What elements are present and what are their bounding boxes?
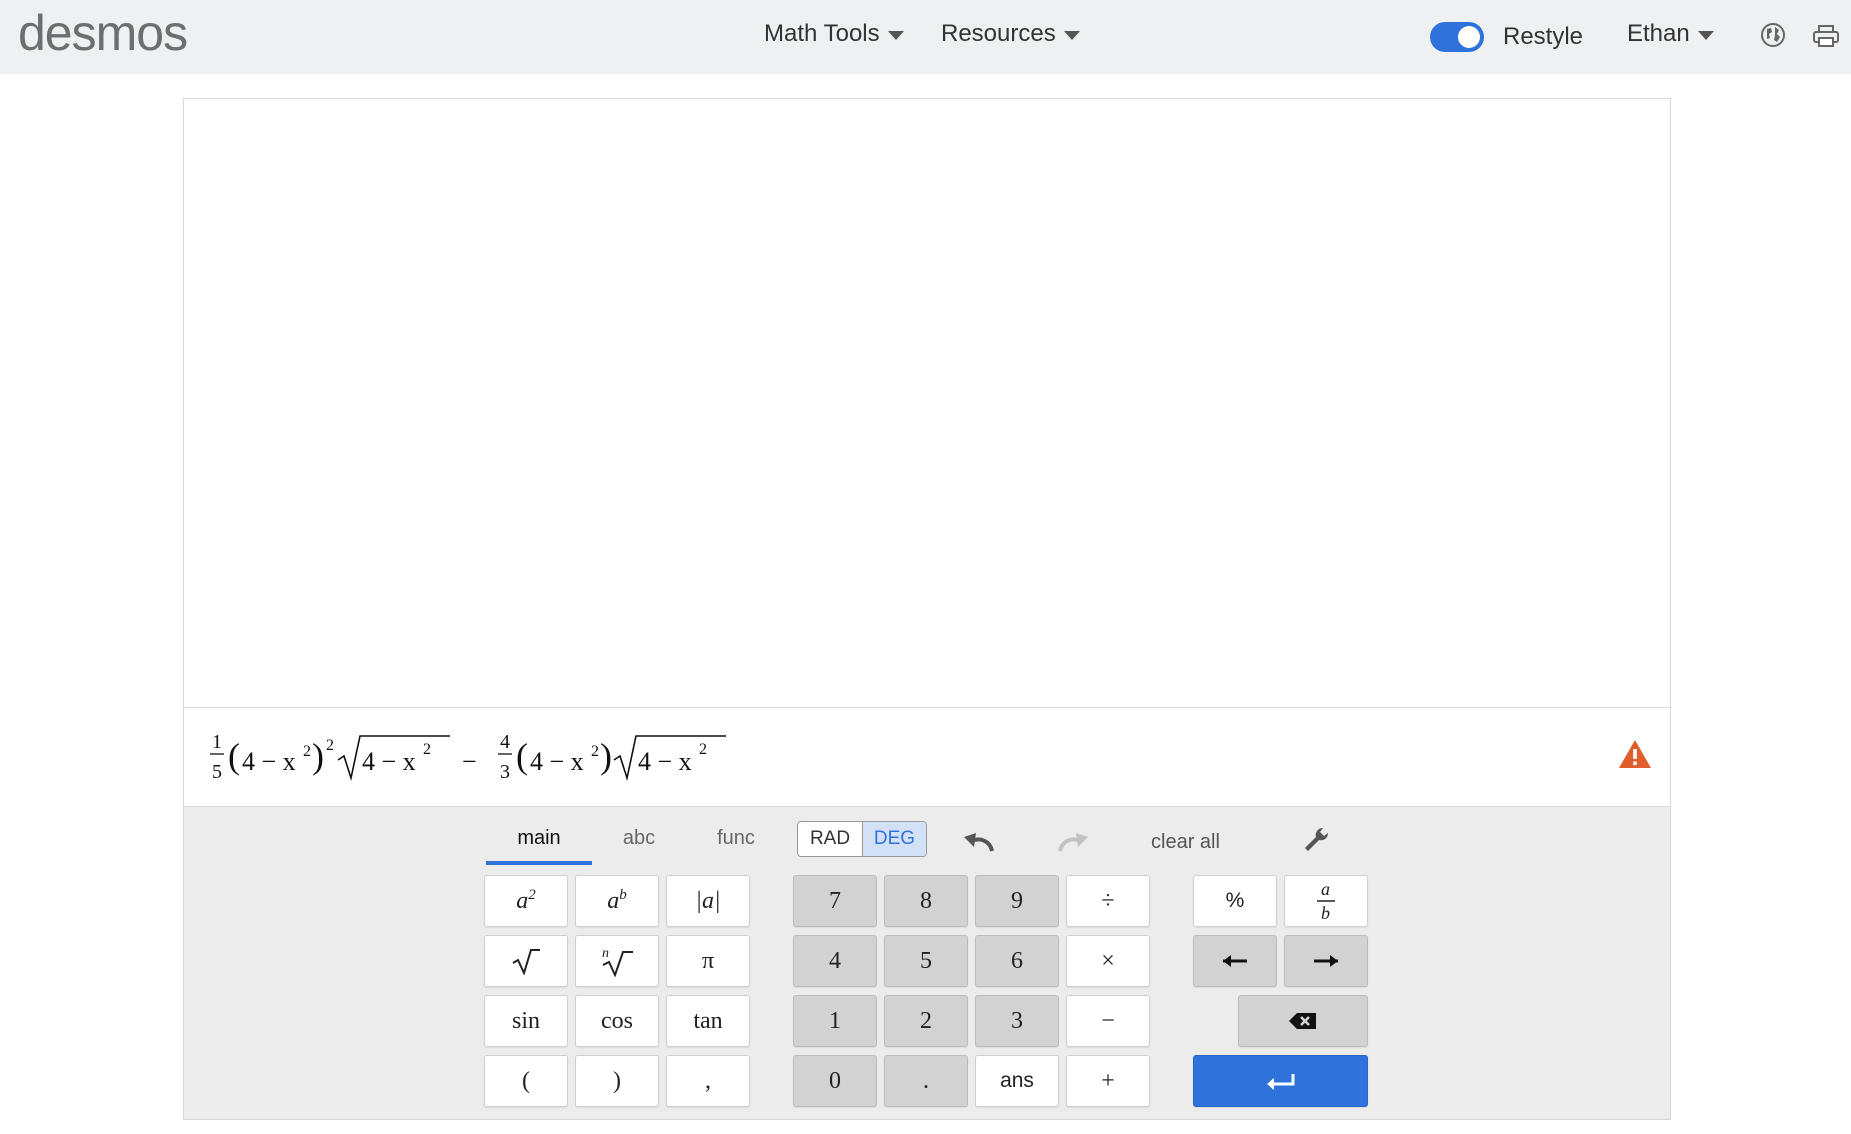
frac1-denominator: 5 bbox=[212, 761, 222, 783]
abs-key[interactable]: |a| bbox=[666, 875, 750, 927]
right-arrow-key[interactable] bbox=[1284, 935, 1368, 987]
radicand: 4 − x bbox=[362, 747, 416, 776]
svg-text:a: a bbox=[1321, 879, 1330, 899]
svg-text:b: b bbox=[1321, 903, 1330, 923]
minus-sign: − bbox=[462, 747, 477, 776]
radicand: 4 − x bbox=[638, 747, 692, 776]
divide-key[interactable]: ÷ bbox=[1066, 875, 1150, 927]
redo-icon[interactable] bbox=[1056, 831, 1090, 855]
power-key[interactable]: ab bbox=[575, 875, 659, 927]
deg-button[interactable]: DEG bbox=[862, 822, 926, 856]
desmos-logo[interactable]: desmos bbox=[18, 4, 188, 62]
key-label: a bbox=[607, 887, 620, 914]
chevron-down-icon bbox=[1063, 31, 1080, 40]
open-paren: ( bbox=[516, 736, 528, 776]
sin-key[interactable]: sin bbox=[484, 995, 568, 1047]
percent-key[interactable]: % bbox=[1193, 875, 1277, 927]
close-paren: ) bbox=[600, 736, 612, 776]
resources-menu[interactable]: Resources bbox=[941, 20, 1080, 48]
frac1-numerator: 1 bbox=[212, 731, 222, 753]
restyle-label: Restyle bbox=[1503, 23, 1584, 50]
user-name: Ethan bbox=[1627, 20, 1690, 47]
digit-2-key[interactable]: 2 bbox=[884, 995, 968, 1047]
cos-key[interactable]: cos bbox=[575, 995, 659, 1047]
digit-3-key[interactable]: 3 bbox=[975, 995, 1059, 1047]
open-paren: ( bbox=[228, 736, 240, 776]
enter-icon bbox=[1266, 1074, 1294, 1090]
undo-icon[interactable] bbox=[962, 831, 996, 855]
sqrt-icon bbox=[512, 949, 540, 975]
digit-6-key[interactable]: 6 bbox=[975, 935, 1059, 987]
multiply-key[interactable]: × bbox=[1066, 935, 1150, 987]
exponent: 2 bbox=[699, 741, 707, 758]
top-bar: desmos Math Tools Resources Restyle Etha… bbox=[0, 0, 1851, 74]
backspace-icon bbox=[1289, 1013, 1316, 1029]
calculator-display bbox=[184, 99, 1670, 707]
plus-key[interactable]: + bbox=[1066, 1055, 1150, 1107]
clear-all-button[interactable]: clear all bbox=[1151, 831, 1220, 854]
math-expression[interactable]: 1 5 ( 4 − x 2 ) 2 4 − x 2 − 4 3 ( 4 − x … bbox=[210, 726, 750, 792]
svg-text:n: n bbox=[602, 946, 609, 961]
digit-4-key[interactable]: 4 bbox=[793, 935, 877, 987]
close-paren-key[interactable]: ) bbox=[575, 1055, 659, 1107]
inner-term: 4 − x bbox=[530, 747, 584, 776]
minus-key[interactable]: − bbox=[1066, 995, 1150, 1047]
tab-abc[interactable]: abc bbox=[604, 827, 674, 867]
exponent: 2 bbox=[326, 737, 334, 754]
scientific-calculator: 1 5 ( 4 − x 2 ) 2 4 − x 2 − 4 3 ( 4 − x … bbox=[183, 98, 1671, 1120]
digit-1-key[interactable]: 1 bbox=[793, 995, 877, 1047]
close-paren: ) bbox=[312, 736, 324, 776]
exponent: 2 bbox=[303, 743, 311, 760]
chevron-down-icon bbox=[887, 31, 904, 40]
warning-triangle-icon[interactable] bbox=[1617, 738, 1653, 770]
key-superscript: 2 bbox=[528, 886, 536, 903]
toggle-knob bbox=[1458, 26, 1480, 48]
digit-8-key[interactable]: 8 bbox=[884, 875, 968, 927]
tab-func[interactable]: func bbox=[696, 827, 776, 867]
ans-key[interactable]: ans bbox=[975, 1055, 1059, 1107]
restyle-toggle[interactable] bbox=[1430, 22, 1484, 52]
square-key[interactable]: a2 bbox=[484, 875, 568, 927]
arrow-left-icon bbox=[1223, 955, 1247, 967]
digit-9-key[interactable]: 9 bbox=[975, 875, 1059, 927]
expression-row[interactable]: 1 5 ( 4 − x 2 ) 2 4 − x 2 − 4 3 ( 4 − x … bbox=[184, 707, 1670, 807]
arrow-right-icon bbox=[1314, 955, 1338, 967]
digit-5-key[interactable]: 5 bbox=[884, 935, 968, 987]
inner-term: 4 − x bbox=[242, 747, 296, 776]
backspace-key[interactable] bbox=[1238, 995, 1368, 1047]
open-paren-key[interactable]: ( bbox=[484, 1055, 568, 1107]
chevron-down-icon bbox=[1697, 31, 1714, 40]
user-menu[interactable]: Ethan bbox=[1627, 20, 1714, 48]
math-tools-menu[interactable]: Math Tools bbox=[764, 20, 904, 48]
resources-label: Resources bbox=[941, 20, 1056, 47]
wrench-icon[interactable] bbox=[1301, 825, 1331, 855]
key-label: a bbox=[516, 887, 529, 914]
frac2-denominator: 3 bbox=[500, 761, 510, 783]
left-arrow-key[interactable] bbox=[1193, 935, 1277, 987]
nth-root-key[interactable]: n bbox=[575, 935, 659, 987]
key-superscript: b bbox=[619, 886, 627, 903]
sqrt-key[interactable] bbox=[484, 935, 568, 987]
decimal-key[interactable]: . bbox=[884, 1055, 968, 1107]
math-tools-label: Math Tools bbox=[764, 20, 880, 47]
frac2-numerator: 4 bbox=[500, 731, 510, 753]
tan-key[interactable]: tan bbox=[666, 995, 750, 1047]
exponent: 2 bbox=[423, 741, 431, 758]
fraction-icon: a b bbox=[1317, 879, 1335, 923]
digit-7-key[interactable]: 7 bbox=[793, 875, 877, 927]
nth-root-icon: n bbox=[602, 946, 633, 977]
fraction-key[interactable]: a b bbox=[1284, 875, 1368, 927]
globe-icon[interactable] bbox=[1760, 22, 1786, 48]
exponent: 2 bbox=[591, 743, 599, 760]
digit-0-key[interactable]: 0 bbox=[793, 1055, 877, 1107]
enter-key[interactable] bbox=[1193, 1055, 1368, 1107]
comma-key[interactable]: , bbox=[666, 1055, 750, 1107]
keypad: main abc func RAD DEG clear all a2 ab |a… bbox=[184, 807, 1670, 1119]
rad-button[interactable]: RAD bbox=[798, 822, 862, 856]
pi-key[interactable]: π bbox=[666, 935, 750, 987]
active-tab-indicator bbox=[486, 861, 592, 865]
angle-mode-toggle: RAD DEG bbox=[797, 821, 927, 857]
print-icon[interactable] bbox=[1812, 24, 1840, 48]
